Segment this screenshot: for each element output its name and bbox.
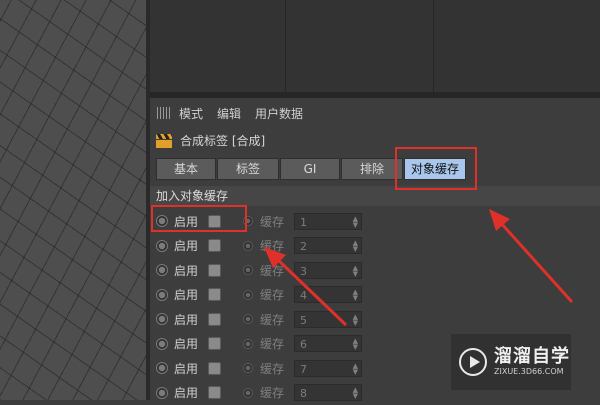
watermark: 溜溜自学 ZIXUE.3D66.COM [451,334,571,390]
cache-number-field[interactable]: 1▲▼ [294,213,362,230]
spinner-arrows-icon[interactable]: ▲▼ [353,338,358,350]
cache-list: 启用 缓存 1▲▼ 启用 缓存 2▲▼ 启用 缓存 3▲▼ 启用 [156,209,362,405]
enable-label: 启用 [174,237,208,254]
cache-anim-radio-icon[interactable] [243,265,253,275]
object-manager-panel[interactable] [150,0,600,92]
spinner-arrows-icon[interactable]: ▲▼ [353,289,358,301]
tab-highlight-box [395,147,477,190]
tab-exclude[interactable]: 排除 [341,158,403,180]
enable-anim-radio-icon[interactable] [156,240,168,252]
cache-label: 缓存 [260,237,294,254]
enable-checkbox[interactable] [208,288,221,301]
enable-checkbox[interactable] [208,313,221,326]
spinner-arrows-icon[interactable]: ▲▼ [353,387,358,399]
list-item: 启用 缓存 3▲▼ [156,258,362,283]
spinner-arrows-icon[interactable]: ▲▼ [353,216,358,228]
list-item: 启用 缓存 2▲▼ [156,234,362,259]
cache-number-field[interactable]: 6▲▼ [294,335,362,352]
clapperboard-icon [156,134,172,148]
enable-anim-radio-icon[interactable] [156,362,168,374]
enable-label: 启用 [174,311,208,328]
enable-anim-radio-icon[interactable] [156,338,168,350]
tab-gi[interactable]: GI [280,158,340,180]
list-item: 启用 缓存 6▲▼ [156,332,362,357]
enable-checkbox[interactable] [208,386,221,399]
tag-title: 合成标签 [合成] [180,132,265,149]
cache-anim-radio-icon[interactable] [243,388,253,398]
watermark-name: 溜溜自学 [494,347,570,367]
enable-checkbox[interactable] [208,337,221,350]
enable-checkbox[interactable] [208,239,221,252]
column-divider [285,0,286,92]
tab-tag[interactable]: 标签 [217,158,279,180]
cache-number-field[interactable]: 2▲▼ [294,237,362,254]
cache-number-field[interactable]: 8▲▼ [294,384,362,401]
cache-anim-radio-icon[interactable] [243,339,253,349]
section-title: 加入对象缓存 [150,186,600,206]
enable-label: 启用 [174,384,208,401]
cache-number-field[interactable]: 5▲▼ [294,311,362,328]
menu-mode[interactable]: 模式 [179,105,203,122]
spinner-arrows-icon[interactable]: ▲▼ [353,363,358,375]
tab-basic[interactable]: 基本 [156,158,216,180]
grip-icon[interactable] [157,107,171,119]
enable-anim-radio-icon[interactable] [156,313,168,325]
enable-label: 启用 [174,286,208,303]
3d-viewport[interactable] [0,0,148,400]
cache-label: 缓存 [260,360,294,377]
cache-label: 缓存 [260,384,294,401]
spinner-arrows-icon[interactable]: ▲▼ [353,240,358,252]
enable-checkbox[interactable] [208,362,221,375]
cache-anim-radio-icon[interactable] [243,363,253,373]
enable-label: 启用 [174,262,208,279]
enable-anim-radio-icon[interactable] [156,387,168,399]
tag-header: 合成标签 [合成] [156,132,265,149]
watermark-url: ZIXUE.3D66.COM [494,367,570,377]
list-item: 启用 缓存 7▲▼ [156,356,362,381]
list-item: 启用 缓存 8▲▼ [156,381,362,405]
cache-number-field[interactable]: 7▲▼ [294,360,362,377]
cache-number-field[interactable]: 4▲▼ [294,286,362,303]
column-divider [433,0,434,92]
play-logo-icon [459,348,487,376]
spinner-arrows-icon[interactable]: ▲▼ [353,265,358,277]
enable-anim-radio-icon[interactable] [156,264,168,276]
menu-edit[interactable]: 编辑 [217,105,241,122]
cache-label: 缓存 [260,262,294,279]
cache-anim-radio-icon[interactable] [243,290,253,300]
list-item: 启用 缓存 4▲▼ [156,283,362,308]
attribute-menu-bar: 模式 编辑 用户数据 [150,102,600,124]
list-item: 启用 缓存 5▲▼ [156,307,362,332]
cache-label: 缓存 [260,213,294,230]
row-highlight-box [151,205,247,232]
cache-anim-radio-icon[interactable] [243,314,253,324]
cache-anim-radio-icon[interactable] [243,241,253,251]
cache-label: 缓存 [260,286,294,303]
enable-anim-radio-icon[interactable] [156,289,168,301]
cache-label: 缓存 [260,311,294,328]
enable-label: 启用 [174,360,208,377]
enable-label: 启用 [174,335,208,352]
menu-user-data[interactable]: 用户数据 [255,105,303,122]
cache-number-field[interactable]: 3▲▼ [294,262,362,279]
enable-checkbox[interactable] [208,264,221,277]
spinner-arrows-icon[interactable]: ▲▼ [353,314,358,326]
cache-label: 缓存 [260,335,294,352]
